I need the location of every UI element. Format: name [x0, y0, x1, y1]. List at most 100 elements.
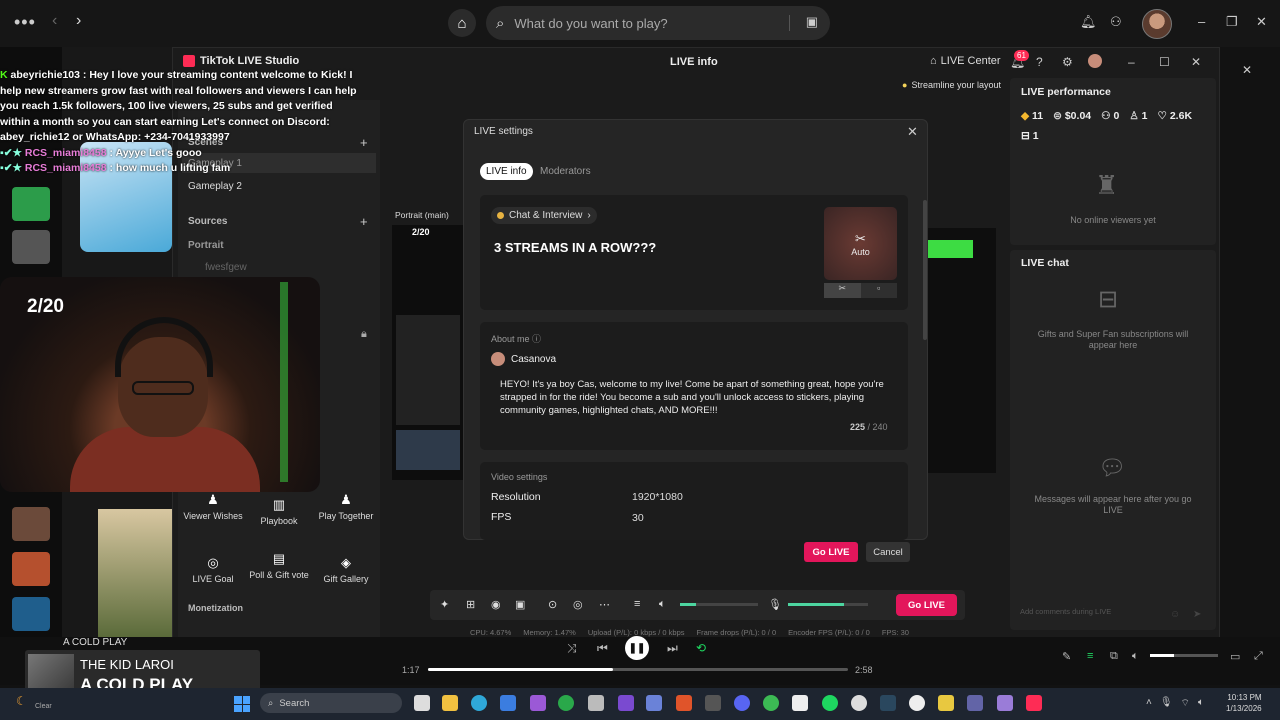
chrome-icon[interactable] [763, 695, 779, 711]
search-bar[interactable]: ⌕ What do you want to play? ▣ [486, 6, 830, 40]
edge-icon[interactable] [471, 695, 487, 711]
add-source-icon[interactable]: ⊞ [466, 598, 475, 611]
miniplayer-icon[interactable]: ▭ [1230, 650, 1240, 663]
live-goal-button[interactable]: ◎ LIVE Goal [183, 555, 243, 584]
avatar[interactable] [1088, 54, 1102, 68]
restore-icon[interactable]: ❐ [1226, 14, 1238, 30]
settings-sliders-icon[interactable]: ≡ [634, 598, 640, 610]
friends-icon[interactable]: ⚇ [1110, 14, 1122, 30]
scene-item[interactable]: Gameplay 2 [188, 181, 242, 192]
minimize-icon[interactable]: – [1198, 14, 1205, 29]
modal-scrollbar[interactable] [923, 200, 927, 340]
microphone-icon[interactable]: 🎙︎ [768, 598, 782, 611]
add-source-icon[interactable]: + [360, 214, 368, 229]
close-icon[interactable]: ✕ [1242, 63, 1252, 77]
live-center-button[interactable]: ⌂ LIVE Center [930, 55, 1001, 67]
wifi-icon[interactable]: ⌔ [1181, 697, 1190, 710]
app-icon[interactable] [588, 695, 604, 711]
add-scene-icon[interactable]: + [360, 135, 368, 150]
app-icon[interactable] [705, 695, 721, 711]
spotify-icon[interactable] [822, 695, 838, 711]
close-icon[interactable]: ✕ [1256, 14, 1267, 30]
category-selector[interactable]: Chat & Interview › [491, 207, 597, 224]
visual-studio-icon[interactable] [618, 695, 634, 711]
record-icon[interactable]: ⊙ [548, 598, 557, 611]
more-menu-icon[interactable]: ••• [14, 12, 36, 33]
viewer-wishes-button[interactable]: ♟ Viewer Wishes [183, 492, 243, 521]
game-thumbnail[interactable] [12, 187, 50, 221]
minimize-icon[interactable]: – [1128, 55, 1135, 69]
start-button[interactable] [234, 696, 250, 712]
volume-icon[interactable]: 🔈︎ [1132, 650, 1139, 663]
cover-image[interactable]: ✂ Auto [824, 207, 897, 280]
maximize-icon[interactable]: ☐ [1159, 55, 1170, 69]
close-icon[interactable]: ✕ [1191, 55, 1201, 69]
app-icon[interactable] [792, 695, 808, 711]
camera-icon[interactable]: ◎ [573, 598, 583, 611]
chevron-up-icon[interactable]: ˄ [1146, 697, 1152, 710]
previous-icon[interactable]: ⏮︎ [597, 641, 608, 656]
gift-gallery-button[interactable]: ◈ Gift Gallery [316, 555, 376, 584]
help-icon[interactable]: ? [1036, 55, 1043, 69]
go-live-button[interactable]: Go LIVE [804, 542, 858, 562]
bio-textarea[interactable]: HEYO! It's ya boy Cas, welcome to my liv… [500, 378, 900, 417]
forward-arrow-icon[interactable]: › [76, 12, 81, 30]
next-icon[interactable]: ⏭︎ [667, 641, 678, 656]
weather-icon[interactable]: ☾ [16, 694, 27, 708]
cancel-button[interactable]: Cancel [866, 542, 910, 562]
fullscreen-icon[interactable]: ⤢ [1254, 650, 1263, 663]
microphone-icon[interactable]: 🎙︎ [1160, 697, 1173, 710]
taskbar-search[interactable]: ⌕ Search [260, 693, 402, 713]
tab-live-info[interactable]: LIVE info [480, 163, 533, 180]
app-icon[interactable] [530, 695, 546, 711]
effects-icon[interactable]: ◉ [491, 598, 501, 611]
more-icon[interactable]: ⋯ [599, 598, 610, 611]
image-icon[interactable]: ▫ [860, 283, 897, 298]
speaker-icon[interactable]: 🔈︎ [659, 598, 666, 611]
volume-slider[interactable] [680, 603, 758, 606]
app-icon[interactable] [997, 695, 1013, 711]
app-icon[interactable] [938, 695, 954, 711]
scissors-icon[interactable]: ✂ [824, 283, 861, 298]
game-thumbnail[interactable] [12, 597, 50, 631]
app-icon[interactable] [646, 695, 662, 711]
shuffle-icon[interactable]: ⤨ [567, 641, 577, 656]
gear-icon[interactable]: ⚙ [1062, 55, 1073, 69]
streamline-hint[interactable]: ● Streamline your layout [902, 80, 1001, 90]
source-item[interactable]: fwesfgew [205, 262, 247, 273]
game-thumbnail[interactable] [12, 552, 50, 586]
file-explorer-icon[interactable] [442, 695, 458, 711]
go-live-button[interactable]: Go LIVE [896, 594, 957, 616]
magic-wand-icon[interactable]: ✦ [440, 598, 449, 611]
store-icon[interactable] [500, 695, 516, 711]
home-button[interactable]: ⌂ [448, 9, 476, 37]
store-icon[interactable]: ▣ [806, 14, 818, 30]
playbook-button[interactable]: ▥ Playbook [249, 497, 309, 526]
progress-bar[interactable] [428, 668, 848, 671]
avatar[interactable] [1142, 9, 1172, 39]
obs-icon[interactable] [851, 695, 867, 711]
task-view-icon[interactable] [414, 695, 430, 711]
tab-moderators[interactable]: Moderators [534, 163, 597, 180]
xbox-icon[interactable] [558, 695, 574, 711]
poll-gift-vote-button[interactable]: ▤ Poll & Gift vote [249, 551, 309, 580]
weather-text[interactable]: Clear [35, 703, 52, 710]
mic-slider[interactable] [788, 603, 868, 606]
back-arrow-icon[interactable]: ‹ [52, 12, 57, 30]
send-icon[interactable]: ➤ [1193, 609, 1201, 620]
repeat-icon[interactable]: ⟲ [696, 641, 706, 655]
chat-input[interactable]: Add comments during LIVE [1014, 607, 1210, 625]
clock[interactable]: 10:13 PM 1/13/2026 [1226, 692, 1262, 714]
queue-icon[interactable]: ≡ [1087, 650, 1093, 662]
pause-button[interactable]: ❚❚ [625, 636, 649, 660]
teams-icon[interactable] [967, 695, 983, 711]
discord-icon[interactable] [734, 695, 750, 711]
search-input[interactable]: What do you want to play? [514, 16, 667, 31]
game-thumbnail[interactable] [12, 230, 50, 264]
close-icon[interactable]: ✕ [907, 124, 918, 140]
live-title-input[interactable]: 3 STREAMS IN A ROW??? [494, 240, 656, 255]
devices-icon[interactable]: ⧉ [1110, 650, 1118, 663]
unreal-icon[interactable] [909, 695, 925, 711]
speaker-icon[interactable]: 🔈︎ [1198, 697, 1204, 710]
fps-value[interactable]: 30 [632, 512, 644, 524]
